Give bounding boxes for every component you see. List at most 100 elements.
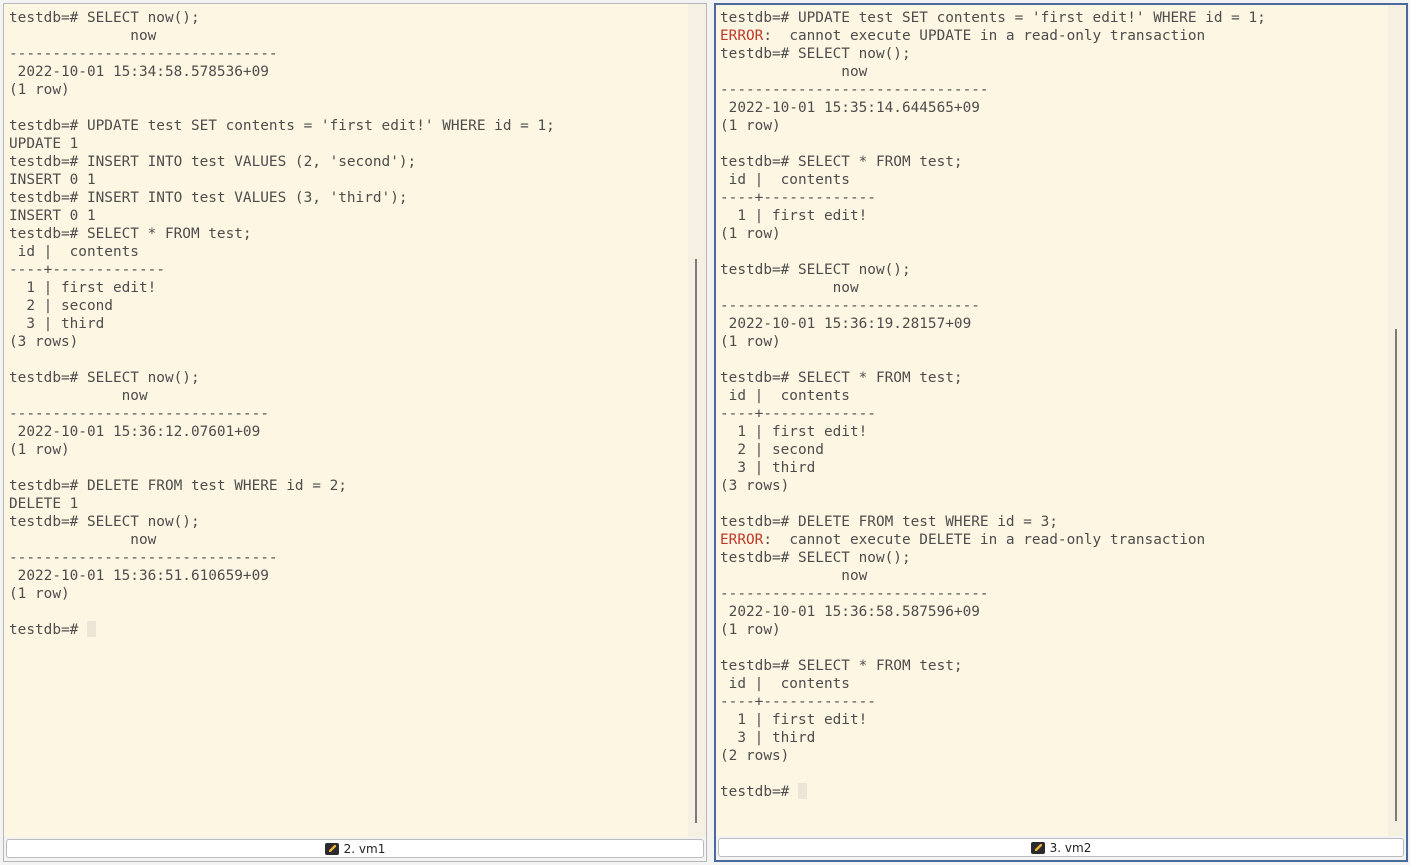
terminal-line: ----+------------- (720, 694, 876, 710)
terminal-line: now (9, 388, 148, 404)
terminal-line: testdb=# SELECT * FROM test; (720, 370, 963, 386)
terminal-line: testdb=# INSERT INTO test VALUES (3, 'th… (9, 190, 408, 206)
terminal-line: (1 row) (9, 82, 70, 98)
terminal-line: (3 rows) (720, 478, 790, 494)
terminal-line: 2 | second (9, 298, 113, 314)
terminal-line: testdb=# SELECT now(); (720, 262, 911, 278)
terminal-line: 2022-10-01 15:36:19.28157+09 (720, 316, 972, 332)
terminal-line: INSERT 0 1 (9, 208, 96, 224)
tab-label: 2. vm1 (343, 841, 386, 856)
terminal-line: testdb=# SELECT now(); (720, 46, 911, 62)
prompt: testdb=# (720, 784, 798, 800)
terminal-line: testdb=# SELECT now(); (9, 514, 200, 530)
terminal-line: (2 rows) (720, 748, 790, 764)
tab-bar: 2. vm1 (4, 837, 706, 861)
terminal-line: id | contents (9, 244, 139, 260)
terminal-line: 1 | first edit! (720, 208, 868, 224)
terminal-line: now (720, 280, 859, 296)
terminal-icon (324, 842, 339, 855)
terminal-line: testdb=# SELECT now(); (720, 550, 911, 566)
terminal-line: (1 row) (720, 118, 781, 134)
terminal-line: ------------------------------- (9, 550, 278, 566)
terminal-line: ------------------------------- (720, 82, 989, 98)
scrollbar-thumb[interactable] (695, 259, 697, 823)
error-label: ERROR (720, 532, 764, 548)
terminal-line: testdb=# DELETE FROM test WHERE id = 2; (9, 478, 347, 494)
terminal-line: (1 row) (9, 442, 70, 458)
terminal-line: ------------------------------- (720, 586, 989, 602)
terminal-line: (1 row) (9, 586, 70, 602)
terminal-line: 2022-10-01 15:36:51.610659+09 (9, 568, 269, 584)
scrollbar[interactable] (688, 4, 706, 837)
terminal-line: now (9, 532, 157, 548)
terminal-pane-vm1[interactable]: testdb=# SELECT now(); now --------------… (3, 3, 707, 862)
terminal-line: 3 | third (720, 730, 816, 746)
cursor (86, 621, 96, 637)
terminal-line: 2 | second (720, 442, 824, 458)
terminal-output[interactable]: testdb=# UPDATE test SET contents = 'fir… (716, 5, 1388, 836)
terminal-line: 1 | first edit! (720, 712, 868, 728)
terminal-line: (1 row) (720, 622, 781, 638)
terminal-line: 3 | third (9, 316, 105, 332)
terminal-line: 2022-10-01 15:34:58.578536+09 (9, 64, 269, 80)
terminal-line: testdb=# SELECT * FROM test; (720, 658, 963, 674)
terminal-line: 2022-10-01 15:36:12.07601+09 (9, 424, 261, 440)
terminal-line: (3 rows) (9, 334, 79, 350)
terminal-line: ERROR: cannot execute DELETE in a read-o… (720, 531, 1388, 549)
terminal-line: testdb=# INSERT INTO test VALUES (2, 'se… (9, 154, 417, 170)
terminal-line: ------------------------------ (720, 298, 980, 314)
tab-vm2[interactable]: 3. vm2 (718, 838, 1404, 857)
terminal-line: testdb=# SELECT * FROM test; (9, 226, 252, 242)
terminal-line: testdb=# SELECT now(); (9, 370, 200, 386)
terminal-line: UPDATE 1 (9, 136, 79, 152)
error-label: ERROR (720, 28, 764, 44)
error-message: : cannot execute DELETE in a read-only t… (763, 532, 1206, 548)
terminal-line: now (720, 568, 868, 584)
terminal-line: ------------------------------ (9, 406, 269, 422)
terminal-line: id | contents (720, 388, 850, 404)
cursor (797, 783, 807, 799)
terminal-line: testdb=# UPDATE test SET contents = 'fir… (720, 10, 1266, 26)
scrollbar[interactable] (1388, 5, 1406, 836)
terminal-line: id | contents (720, 676, 850, 692)
terminal-line: 2022-10-01 15:36:58.587596+09 (720, 604, 980, 620)
prompt-line[interactable]: testdb=# (720, 783, 1388, 801)
terminal-line: testdb=# SELECT * FROM test; (720, 154, 963, 170)
terminal-line: testdb=# UPDATE test SET contents = 'fir… (9, 118, 555, 134)
terminal-line: 1 | first edit! (720, 424, 868, 440)
terminal-line: 3 | third (720, 460, 816, 476)
tab-vm1[interactable]: 2. vm1 (6, 839, 704, 858)
terminal-line: (1 row) (720, 226, 781, 242)
terminal-line: INSERT 0 1 (9, 172, 96, 188)
terminal-line: (1 row) (720, 334, 781, 350)
terminal-icon (1030, 841, 1045, 854)
terminal-line: ------------------------------- (9, 46, 278, 62)
terminal-window: testdb=# SELECT now(); now --------------… (0, 0, 1410, 865)
terminal-line: testdb=# SELECT now(); (9, 10, 200, 26)
terminal-line: ----+------------- (9, 262, 165, 278)
terminal-line: ERROR: cannot execute UPDATE in a read-o… (720, 27, 1388, 45)
prompt: testdb=# (9, 622, 87, 638)
scrollbar-thumb[interactable] (1395, 329, 1397, 821)
terminal-line: now (720, 64, 868, 80)
terminal-line: id | contents (720, 172, 850, 188)
terminal-output[interactable]: testdb=# SELECT now(); now --------------… (4, 4, 688, 837)
tab-bar: 3. vm2 (716, 836, 1406, 860)
terminal-line: 1 | first edit! (9, 280, 157, 296)
terminal-line: DELETE 1 (9, 496, 79, 512)
terminal-pane-vm2[interactable]: testdb=# UPDATE test SET contents = 'fir… (714, 3, 1408, 862)
terminal-line: testdb=# DELETE FROM test WHERE id = 3; (720, 514, 1058, 530)
prompt-line[interactable]: testdb=# (9, 621, 688, 639)
error-message: : cannot execute UPDATE in a read-only t… (763, 28, 1206, 44)
tab-label: 3. vm2 (1049, 840, 1092, 855)
terminal-line: ----+------------- (720, 406, 876, 422)
